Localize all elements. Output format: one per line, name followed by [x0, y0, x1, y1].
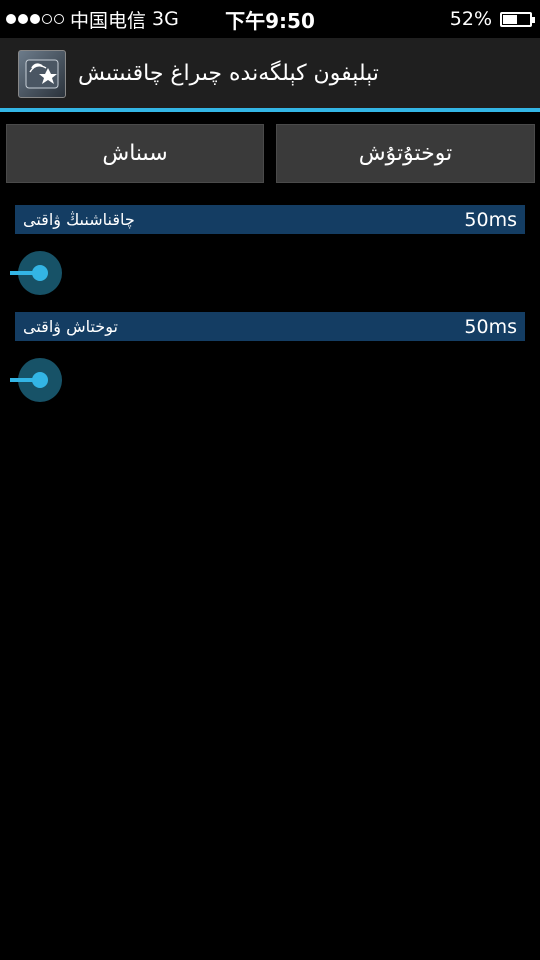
flash-duration-label: چاقناشنىڭ ۋاقتى — [23, 210, 135, 229]
flash-duration-header: چاقناشنىڭ ۋاقتى 50ms — [15, 205, 525, 234]
flashlight-icon — [25, 59, 59, 89]
flash-duration-value: 50ms — [464, 208, 517, 231]
slider-thumb[interactable] — [32, 372, 48, 388]
pause-duration-header: توختاش ۋاقتى 50ms — [15, 312, 525, 341]
flash-duration-slider[interactable] — [10, 251, 70, 295]
start-test-button[interactable]: سىناش — [6, 124, 264, 183]
app-title: تېلېفون كېلگەندە چىراغ چاقنىتىش — [78, 60, 379, 86]
battery-fill — [503, 14, 517, 24]
action-bar: تېلېفون كېلگەندە چىراغ چاقنىتىش — [0, 38, 540, 108]
flashlight-app-icon — [18, 50, 66, 98]
pause-duration-label: توختاش ۋاقتى — [23, 317, 118, 336]
pause-duration-value: 50ms — [464, 315, 517, 338]
pause-duration-slider[interactable] — [10, 358, 70, 402]
status-bar: 中国电信 3G 下午9:50 52% — [0, 0, 540, 38]
battery-icon — [500, 11, 535, 27]
status-right: 52% — [449, 0, 535, 38]
watermark-logo — [429, 859, 539, 952]
action-bar-divider — [0, 108, 540, 112]
battery-percent: 52% — [449, 8, 492, 30]
stop-button[interactable]: توختۇتۇش — [276, 124, 535, 183]
slider-thumb[interactable] — [32, 265, 48, 281]
